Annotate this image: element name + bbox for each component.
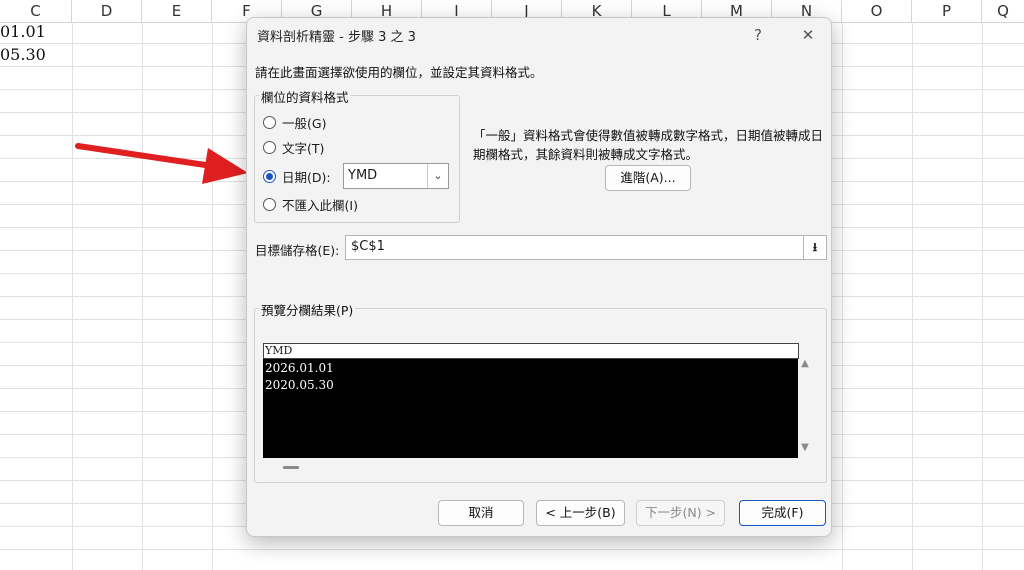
scroll-up-icon[interactable]: ▲ bbox=[798, 358, 812, 369]
column-header-q[interactable]: Q bbox=[982, 0, 1024, 22]
radio-date-label: 日期(D): bbox=[282, 169, 331, 185]
red-arrow-annotation bbox=[75, 143, 248, 184]
preview-group-label: 預覽分欄結果(P) bbox=[259, 300, 356, 319]
cancel-button[interactable]: 取消 bbox=[438, 500, 524, 526]
column-header-c[interactable]: C bbox=[0, 0, 72, 22]
dialog-title: 資料剖析精靈 - 步驟 3 之 3 bbox=[257, 30, 416, 45]
radio-text[interactable]: 文字(T) bbox=[263, 137, 324, 157]
chevron-down-icon[interactable]: ⌄ bbox=[427, 164, 448, 188]
preview-column-header[interactable]: YMD bbox=[263, 343, 799, 359]
preview-horizontal-scroll-thumb[interactable] bbox=[283, 466, 299, 469]
radio-date[interactable]: 日期(D): bbox=[263, 166, 331, 186]
date-format-select[interactable]: YMD ⌄ bbox=[343, 163, 449, 189]
preview-row: 2026.01.01 bbox=[265, 361, 334, 375]
radio-circle[interactable] bbox=[263, 140, 276, 154]
column-header-o[interactable]: O bbox=[842, 0, 912, 22]
radio-general-label: 一般(G) bbox=[282, 115, 327, 131]
date-format-value: YMD bbox=[348, 168, 378, 183]
format-description: 「一般」資料格式會使得數值被轉成數字格式，日期值被轉成日期欄格式，其餘資料則被轉… bbox=[473, 128, 824, 162]
dialog-titlebar[interactable]: 資料剖析精靈 - 步驟 3 之 3 ? ✕ bbox=[247, 18, 831, 52]
destination-input[interactable]: $C$1 ⭳ bbox=[345, 235, 827, 260]
destination-label: 目標儲存格(E): bbox=[255, 243, 340, 258]
column-format-group-label: 欄位的資料格式 bbox=[259, 87, 351, 106]
radio-skip-column[interactable]: 不匯入此欄(I) bbox=[263, 194, 358, 214]
preview-vertical-scrollbar[interactable]: ▲ ▼ bbox=[798, 358, 812, 458]
finish-button[interactable]: 完成(F) bbox=[739, 500, 826, 526]
scroll-down-icon[interactable]: ▼ bbox=[798, 442, 812, 453]
advanced-button[interactable]: 進階(A)... bbox=[605, 165, 691, 191]
radio-circle-selected[interactable] bbox=[263, 169, 276, 183]
destination-value: $C$1 bbox=[351, 239, 385, 254]
data-preview-area[interactable] bbox=[263, 343, 798, 458]
gridline bbox=[0, 549, 1024, 550]
column-header-p[interactable]: P bbox=[912, 0, 982, 22]
cell-c2[interactable]: 05.30 bbox=[0, 45, 46, 64]
column-header-d[interactable]: D bbox=[72, 0, 142, 22]
radio-skip-column-label: 不匯入此欄(I) bbox=[282, 197, 358, 213]
close-button[interactable]: ✕ bbox=[793, 24, 823, 46]
collapse-dialog-icon[interactable]: ⭳ bbox=[803, 236, 826, 259]
instruction-text: 請在此畫面選擇欲使用的欄位，並設定其資料格式。 bbox=[255, 65, 543, 80]
text-to-columns-dialog: 資料剖析精靈 - 步驟 3 之 3 ? ✕ 請在此畫面選擇欲使用的欄位，並設定其… bbox=[246, 17, 832, 537]
radio-circle[interactable] bbox=[263, 197, 276, 211]
cell-c1[interactable]: 01.01 bbox=[0, 22, 46, 41]
radio-text-label: 文字(T) bbox=[282, 140, 325, 156]
radio-circle[interactable] bbox=[263, 115, 276, 129]
next-button[interactable]: 下一步(N) > bbox=[636, 500, 725, 526]
help-button[interactable]: ? bbox=[743, 24, 773, 46]
back-button[interactable]: < 上一步(B) bbox=[536, 500, 625, 526]
column-header-e[interactable]: E bbox=[142, 0, 212, 22]
preview-row: 2020.05.30 bbox=[265, 378, 334, 392]
radio-general[interactable]: 一般(G) bbox=[263, 112, 326, 132]
